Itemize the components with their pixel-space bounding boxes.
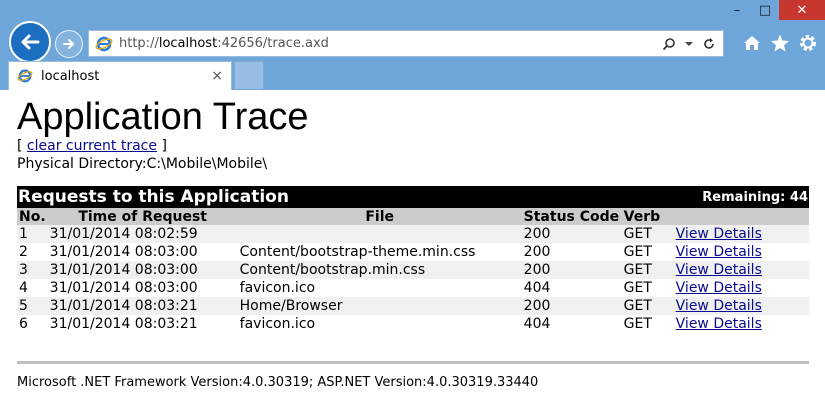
url-path: :42656/trace.axd — [217, 36, 329, 51]
table-row: 4 31/01/2014 08:03:00 favicon.ico 404 GE… — [17, 279, 809, 297]
url-text[interactable]: http://localhost:42656/trace.axd — [119, 36, 329, 51]
row-status: 404 — [523, 316, 551, 332]
row-no: 5 — [17, 297, 48, 315]
row-status: 404 — [523, 280, 551, 296]
search-icon[interactable] — [661, 35, 677, 53]
physical-directory: Physical Directory:C:\Mobile\Mobile\ — [17, 156, 268, 172]
col-no: No. — [17, 208, 48, 225]
row-file: favicon.ico — [239, 280, 316, 296]
footer-divider — [17, 361, 809, 364]
row-file: Content/bootstrap.min.css — [237, 261, 522, 279]
row-status: 200 — [521, 297, 622, 315]
row-file: Content/bootstrap-theme.min.css — [239, 244, 476, 260]
requests-header-bar: Requests to this Application Remaining: … — [17, 186, 809, 208]
row-time: 31/01/2014 08:02:59 — [47, 225, 238, 243]
command-icons — [741, 32, 819, 54]
close-tab-icon[interactable]: × — [211, 68, 223, 84]
row-time: 31/01/2014 08:03:00 — [49, 244, 198, 260]
row-time: 31/01/2014 08:03:21 — [49, 316, 198, 332]
table-row: 1 31/01/2014 08:02:59 200 GET View Detai… — [17, 225, 809, 243]
tab-label: localhost — [41, 68, 100, 84]
view-details-link[interactable]: View Details — [676, 316, 762, 332]
page-content: Application Trace [ clear current trace … — [0, 90, 825, 410]
row-file: favicon.ico — [239, 316, 316, 332]
back-arrow-icon — [21, 34, 40, 50]
star-icon[interactable] — [769, 32, 791, 54]
refresh-icon[interactable] — [701, 35, 717, 53]
view-details-link[interactable]: View Details — [676, 280, 762, 296]
row-file: Home/Browser — [237, 297, 522, 315]
row-verb: GET — [623, 280, 652, 296]
col-status: Status Code — [521, 208, 622, 225]
col-verb: Verb — [621, 208, 674, 225]
minimize-button[interactable]: – — [723, 0, 751, 20]
view-details-link[interactable]: View Details — [676, 244, 762, 260]
gear-icon[interactable] — [797, 32, 819, 54]
row-time: 31/01/2014 08:03:00 — [47, 261, 238, 279]
bracket-close: ] — [157, 138, 167, 154]
home-icon[interactable] — [741, 32, 763, 54]
view-details-link[interactable]: View Details — [676, 226, 762, 242]
remaining-count: Remaining: 44 — [702, 189, 808, 205]
page-title: Application Trace — [17, 96, 309, 138]
internet-explorer-icon — [93, 33, 115, 55]
clear-trace-line: [ clear current trace ] — [17, 138, 167, 154]
requests-table: No. Time of Request File Status Code Ver… — [17, 208, 809, 333]
row-no: 1 — [17, 225, 48, 243]
row-no: 3 — [17, 261, 48, 279]
url-prefix: http:// — [119, 36, 159, 51]
table-row: 2 31/01/2014 08:03:00 Content/bootstrap-… — [17, 243, 809, 261]
col-time: Time of Request — [47, 208, 238, 225]
row-status: 200 — [523, 244, 551, 260]
table-row: 5 31/01/2014 08:03:21 Home/Browser 200 G… — [17, 297, 809, 315]
address-bar[interactable]: http://localhost:42656/trace.axd — [88, 30, 724, 57]
chevron-down-icon[interactable] — [681, 35, 697, 53]
row-no: 2 — [19, 244, 28, 260]
row-verb: GET — [621, 225, 674, 243]
window-controls: – □ ✕ — [723, 0, 825, 22]
row-time: 31/01/2014 08:03:00 — [49, 280, 198, 296]
address-tools — [661, 35, 723, 53]
internet-explorer-icon — [15, 66, 35, 86]
row-no: 6 — [19, 316, 28, 332]
row-verb: GET — [623, 244, 652, 260]
row-no: 4 — [19, 280, 28, 296]
row-verb: GET — [621, 297, 674, 315]
row-file — [237, 225, 522, 243]
row-time: 31/01/2014 08:03:21 — [47, 297, 238, 315]
row-verb: GET — [623, 316, 652, 332]
tab-localhost[interactable]: localhost × — [8, 61, 232, 90]
version-info: Microsoft .NET Framework Version:4.0.303… — [17, 375, 539, 390]
maximize-button[interactable]: □ — [751, 0, 779, 20]
col-file: File — [237, 208, 522, 225]
browser-chrome: – □ ✕ http://localhost:42656/trace.axd l… — [0, 0, 825, 90]
forward-button[interactable] — [55, 30, 83, 58]
col-action — [673, 208, 809, 225]
row-status: 200 — [521, 261, 622, 279]
table-row: 6 31/01/2014 08:03:21 favicon.ico 404 GE… — [17, 315, 809, 333]
view-details-link[interactable]: View Details — [676, 262, 762, 278]
row-status: 200 — [521, 225, 622, 243]
close-window-button[interactable]: ✕ — [779, 0, 825, 20]
forward-arrow-icon — [63, 39, 74, 49]
table-header-row: No. Time of Request File Status Code Ver… — [17, 208, 809, 225]
requests-title: Requests to this Application — [18, 187, 289, 207]
view-details-link[interactable]: View Details — [676, 298, 762, 314]
new-tab-button[interactable] — [234, 61, 264, 89]
back-button[interactable] — [9, 21, 51, 63]
row-verb: GET — [621, 261, 674, 279]
table-row: 3 31/01/2014 08:03:00 Content/bootstrap.… — [17, 261, 809, 279]
bracket-open: [ — [17, 138, 27, 154]
clear-current-trace-link[interactable]: clear current trace — [27, 138, 157, 154]
url-host: localhost — [158, 36, 218, 51]
